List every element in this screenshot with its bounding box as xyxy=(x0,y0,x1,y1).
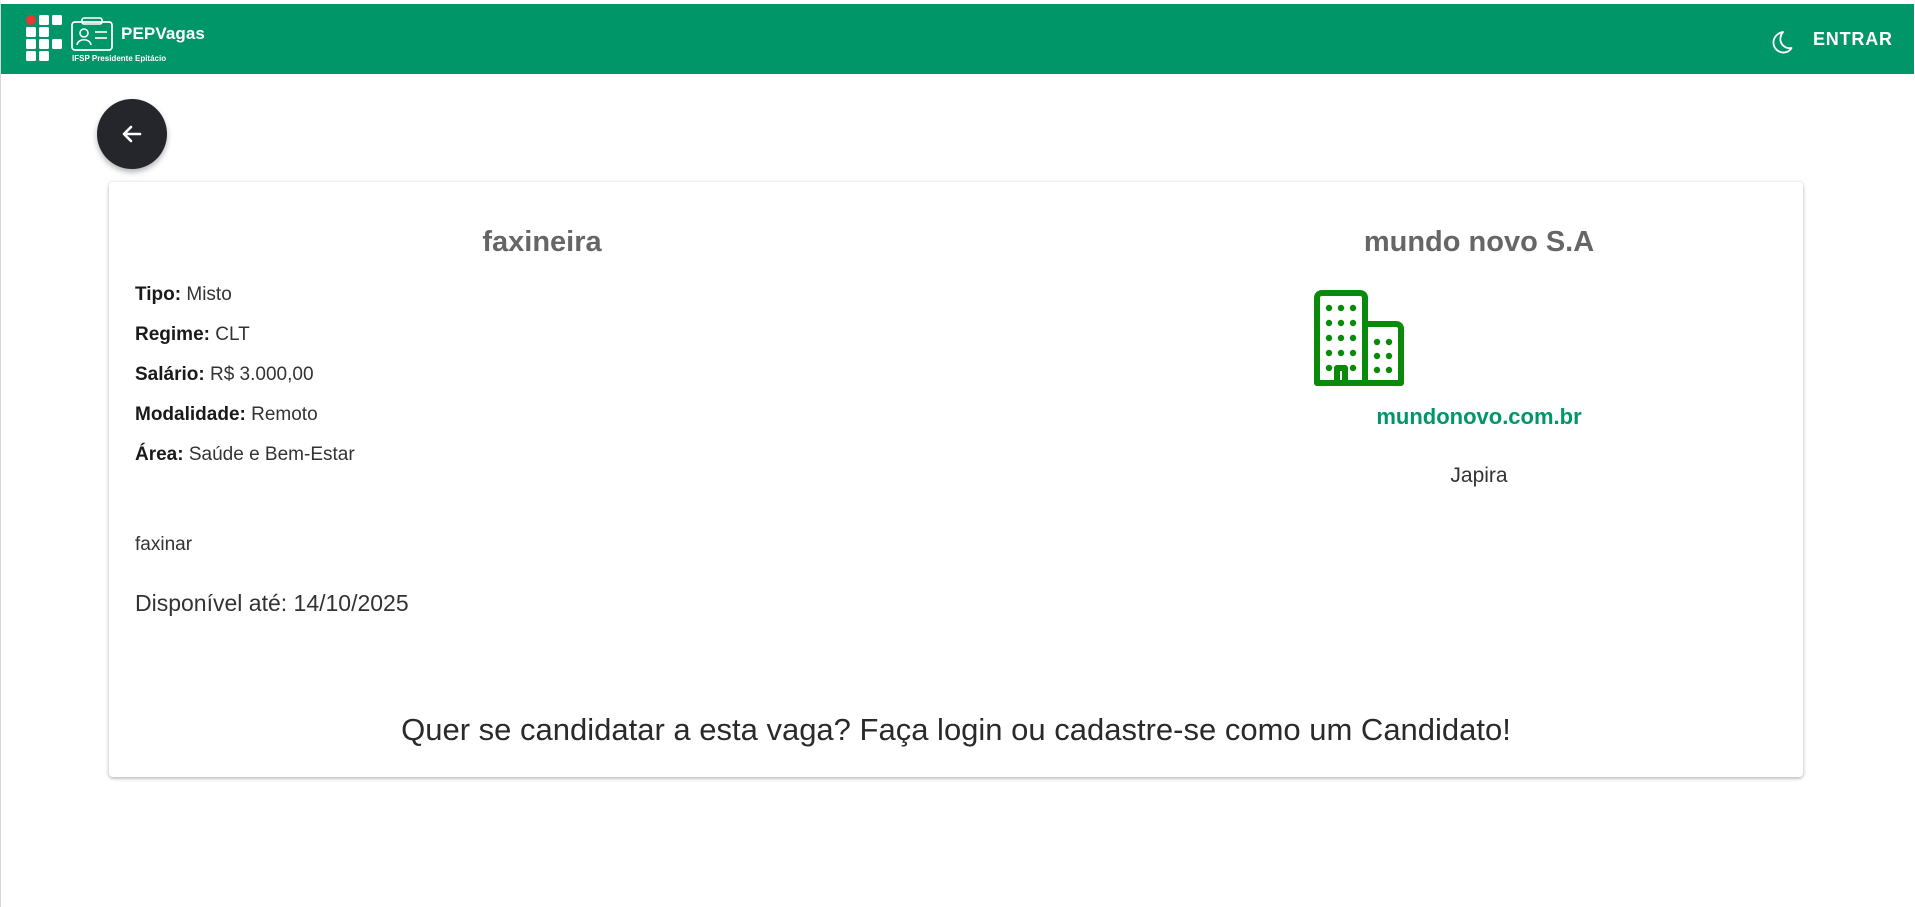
moon-icon[interactable] xyxy=(1768,29,1794,55)
field-value: R$ 3.000,00 xyxy=(209,364,314,385)
company-city: Japira xyxy=(1450,464,1508,487)
job-field-tipo: Tipo: Misto xyxy=(135,284,232,306)
id-card-icon xyxy=(71,17,113,51)
back-button[interactable] xyxy=(97,99,167,169)
field-label: Regime: xyxy=(135,324,210,345)
brand-subtitle: IFSP Presidente Epitácio xyxy=(72,54,167,63)
job-detail-card: faxineira Tipo: Misto Regime: CLT Salári… xyxy=(109,182,1803,777)
building-icon xyxy=(1314,290,1404,386)
field-value: Misto xyxy=(186,284,232,305)
brand-name[interactable]: PEPVagas xyxy=(121,24,205,44)
job-field-modalidade: Modalidade: Remoto xyxy=(135,404,318,426)
field-value: CLT xyxy=(215,324,250,345)
top-app-bar: PEPVagas IFSP Presidente Epitácio ENTRAR xyxy=(1,4,1914,74)
field-value: Remoto xyxy=(251,404,318,425)
apply-call-to-action: Quer se candidatar a esta vaga? Faça log… xyxy=(401,712,1511,747)
ifsp-logo xyxy=(26,15,62,61)
job-description: faxinar xyxy=(135,534,193,555)
field-label: Modalidade: xyxy=(135,404,246,425)
field-label: Área: xyxy=(135,444,184,465)
available-until: Disponível até: 14/10/2025 xyxy=(135,590,409,616)
job-field-area: Área: Saúde e Bem-Estar xyxy=(135,444,355,466)
company-website-link[interactable]: mundonovo.com.br xyxy=(1199,404,1759,430)
job-field-regime: Regime: CLT xyxy=(135,324,250,346)
company-name: mundo novo S.A xyxy=(1363,226,1595,258)
job-field-salario: Salário: R$ 3.000,00 xyxy=(135,364,314,386)
field-label: Salário: xyxy=(135,364,205,385)
field-value: Saúde e Bem-Estar xyxy=(188,444,355,465)
job-title: faxineira xyxy=(482,226,602,258)
login-button[interactable]: ENTRAR xyxy=(1813,29,1893,50)
arrow-left-icon xyxy=(122,125,142,143)
field-label: Tipo: xyxy=(135,284,182,305)
